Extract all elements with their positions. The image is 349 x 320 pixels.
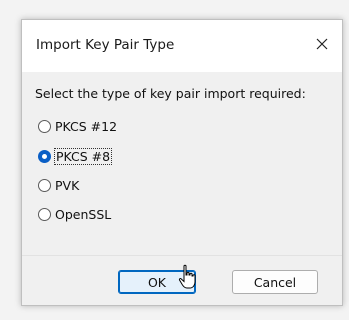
dialog-content: Select the type of key pair import requi…: [22, 72, 342, 255]
cancel-button[interactable]: Cancel: [232, 270, 318, 294]
radio-button[interactable]: [38, 179, 51, 192]
radio-pkcs8[interactable]: PKCS #8: [38, 148, 113, 165]
radio-label: PVK: [55, 178, 80, 193]
import-key-pair-type-dialog: Import Key Pair Type Select the type of …: [21, 19, 343, 306]
close-button[interactable]: [304, 26, 340, 62]
mouse-pointer-icon: [178, 264, 196, 289]
radio-pkcs12[interactable]: PKCS #12: [38, 119, 117, 134]
radio-pvk[interactable]: PVK: [38, 178, 79, 193]
close-icon: [316, 38, 328, 50]
radio-label: PKCS #12: [55, 119, 118, 134]
radio-label: PKCS #8: [53, 148, 113, 165]
radio-button-selected[interactable]: [38, 150, 51, 163]
radio-label: OpenSSL: [55, 207, 112, 222]
radio-button[interactable]: [38, 120, 51, 133]
radio-button[interactable]: [38, 208, 51, 221]
title-bar: Import Key Pair Type: [22, 20, 342, 72]
dialog-title: Import Key Pair Type: [36, 37, 175, 53]
prompt-text: Select the type of key pair import requi…: [35, 86, 306, 101]
radio-openssl[interactable]: OpenSSL: [38, 207, 111, 222]
